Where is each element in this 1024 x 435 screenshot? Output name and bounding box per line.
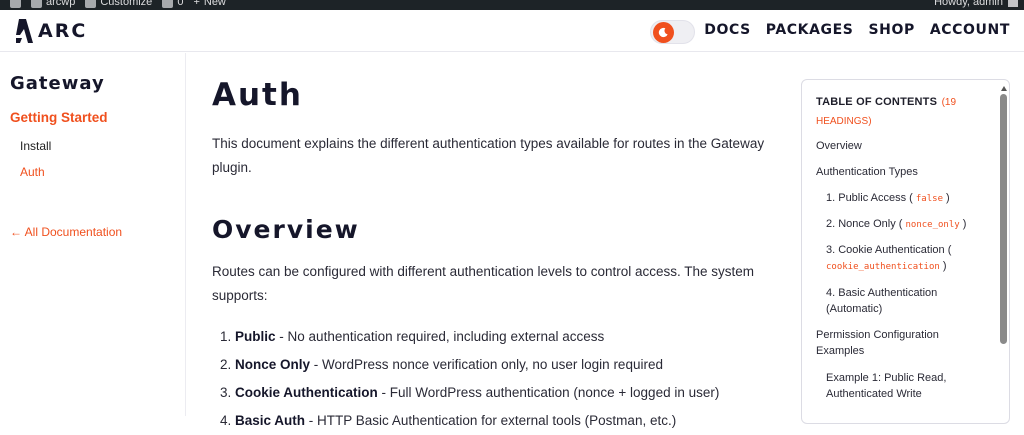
- toc-text: ): [962, 218, 967, 230]
- toc-code: cookie_authentication: [826, 262, 940, 272]
- toc-link-nonce-only[interactable]: 2. Nonce Only ( nonce_only ): [826, 216, 986, 233]
- comments-menu[interactable]: 0: [162, 0, 183, 8]
- docs-sidebar: Gateway Getting Started Install Auth ← A…: [0, 53, 186, 416]
- nav-shop[interactable]: SHOP: [869, 22, 915, 38]
- page-title: Auth: [212, 77, 303, 113]
- toc-link-permission-configuration[interactable]: Permission Configuration Examples: [816, 327, 986, 359]
- scroll-up-icon[interactable]: [1001, 86, 1007, 91]
- list-item-term: Cookie Authentication: [235, 385, 378, 400]
- nav-docs[interactable]: DOCS: [704, 22, 751, 38]
- greeting-label: Howdy, admin: [934, 0, 1003, 8]
- toc-link-cookie-authentication[interactable]: 3. Cookie Authentication ( cookie_authen…: [826, 242, 986, 275]
- site-logo[interactable]: ARC: [16, 19, 87, 43]
- customize-menu[interactable]: Customize: [85, 0, 152, 8]
- plus-icon: +: [193, 0, 200, 8]
- theme-toggle[interactable]: [650, 20, 695, 44]
- site-name-label: arcwp: [46, 0, 76, 8]
- new-label: New: [203, 0, 226, 8]
- toc-scrollbar[interactable]: [1000, 86, 1007, 418]
- avatar: [1008, 0, 1018, 7]
- nav-packages[interactable]: PACKAGES: [766, 22, 854, 38]
- toc-link-public-access[interactable]: 1. Public Access ( false ): [826, 190, 986, 207]
- site-header: ARC DOCS PACKAGES SHOP ACCOUNT: [0, 10, 1024, 52]
- home-icon: [31, 0, 42, 8]
- auth-types-list: 1. Public - No authentication required, …: [220, 323, 780, 435]
- list-item: 1. Public - No authentication required, …: [220, 323, 780, 351]
- wp-logo-menu[interactable]: [10, 0, 21, 8]
- toc-link-basic-authentication[interactable]: 4. Basic Authentication (Automatic): [826, 285, 986, 317]
- list-item: 4. Basic Auth - HTTP Basic Authenticatio…: [220, 407, 780, 435]
- toc-link-example-1[interactable]: Example 1: Public Read, Authenticated Wr…: [826, 370, 986, 402]
- list-number: 3.: [220, 385, 232, 400]
- sidebar-item-install[interactable]: Install: [20, 139, 51, 153]
- account-menu[interactable]: Howdy, admin: [934, 0, 1018, 8]
- new-content-menu[interactable]: + New: [193, 0, 225, 8]
- sidebar-title: Gateway: [10, 73, 105, 94]
- all-documentation-link[interactable]: ← All Documentation: [10, 225, 122, 239]
- table-of-contents: TABLE OF CONTENTS (19 HEADINGS) Overview…: [801, 79, 1010, 424]
- main-nav: DOCS PACKAGES SHOP ACCOUNT: [704, 22, 1010, 38]
- comment-icon: [162, 0, 174, 8]
- list-number: 2.: [220, 357, 232, 372]
- toc-text: ): [942, 260, 947, 272]
- comments-count: 0: [177, 0, 184, 8]
- customize-label: Customize: [100, 0, 153, 8]
- toc-text: 2. Nonce Only (: [826, 218, 903, 230]
- list-item-desc: - Full WordPress authentication (nonce +…: [377, 385, 720, 400]
- toc-scrollbar-thumb[interactable]: [1000, 94, 1007, 344]
- brush-icon: [85, 0, 97, 8]
- wordpress-icon: [10, 0, 21, 8]
- overview-heading: Overview: [212, 215, 360, 244]
- toc-code: nonce_only: [905, 220, 960, 230]
- wp-admin-bar: arcwp Customize 0 + New Howdy, admin: [0, 0, 1024, 10]
- toc-text: ): [946, 192, 950, 204]
- toc-code: false: [915, 194, 943, 204]
- sidebar-item-auth[interactable]: Auth: [20, 165, 45, 179]
- list-item-term: Nonce Only: [235, 357, 311, 372]
- list-item: 3. Cookie Authentication - Full WordPres…: [220, 379, 780, 407]
- list-item-desc: - WordPress nonce verification only, no …: [310, 357, 663, 372]
- list-item-desc: - No authentication required, including …: [275, 329, 605, 344]
- toc-header: TABLE OF CONTENTS (19 HEADINGS): [816, 92, 986, 130]
- nav-account[interactable]: ACCOUNT: [930, 22, 1010, 38]
- site-name-menu[interactable]: arcwp: [31, 0, 75, 8]
- list-number: 1.: [220, 329, 232, 344]
- toc-link-authentication-types[interactable]: Authentication Types: [816, 164, 986, 180]
- toc-text: 1. Public Access (: [826, 192, 913, 204]
- list-item-desc: - HTTP Basic Authentication for external…: [305, 413, 677, 428]
- toc-title: TABLE OF CONTENTS: [816, 96, 938, 108]
- arc-logo-icon: [16, 19, 33, 43]
- list-item-term: Basic Auth: [235, 413, 306, 428]
- intro-paragraph: This document explains the different aut…: [212, 136, 765, 175]
- list-item-term: Public: [235, 329, 276, 344]
- sidebar-section-getting-started[interactable]: Getting Started: [10, 110, 108, 125]
- overview-paragraph: Routes can be configured with different …: [212, 264, 755, 303]
- list-item: 2. Nonce Only - WordPress nonce verifica…: [220, 351, 780, 379]
- moon-icon: [653, 22, 674, 43]
- toc-text: 3. Cookie Authentication (: [826, 244, 952, 256]
- logo-text: ARC: [38, 20, 88, 42]
- toc-link-overview[interactable]: Overview: [816, 138, 986, 154]
- list-number: 4.: [220, 413, 232, 428]
